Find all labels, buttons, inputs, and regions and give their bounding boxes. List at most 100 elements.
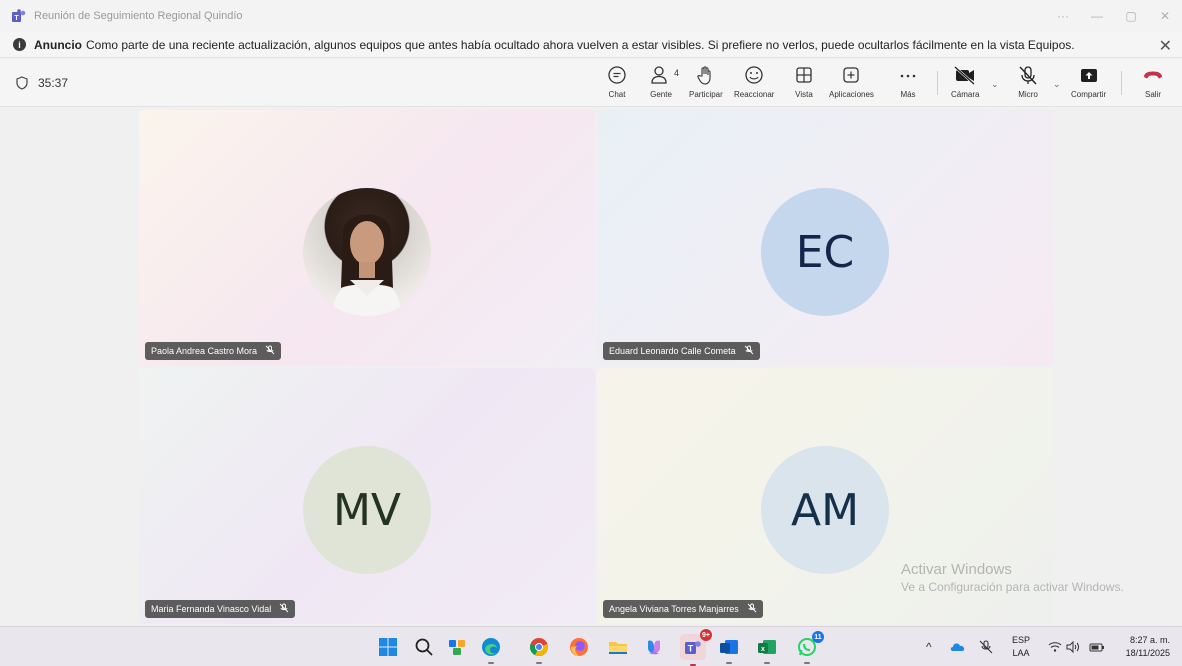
clock-time: 8:27 a. m. — [1129, 635, 1170, 645]
window-controls: ··· — ▢ ✕ — [1046, 0, 1182, 32]
chat-icon — [608, 66, 626, 84]
mic-muted-icon — [744, 345, 754, 357]
whatsapp-icon[interactable]: 11 — [796, 631, 824, 664]
whatsapp-notification-badge: 11 — [812, 631, 824, 643]
participant-name-tag: Eduard Leonardo Calle Cometa — [603, 342, 760, 360]
announcement-text: Como parte de una reciente actualización… — [86, 37, 1075, 52]
hang-up-icon — [1144, 71, 1162, 79]
participant-name: Paola Andrea Castro Mora — [151, 346, 258, 356]
close-icon[interactable]: ✕ — [1159, 36, 1172, 56]
raise-hand-button[interactable]: Participar — [689, 65, 723, 99]
smiley-icon — [745, 66, 763, 84]
participant-initials-avatar: EC — [761, 188, 889, 316]
watermark-subtitle: Ve a Configuración para activar Windows. — [901, 580, 1124, 594]
system-clock[interactable]: 8:27 a. m. 18/11/2025 — [1126, 634, 1170, 660]
clock-date: 18/11/2025 — [1125, 648, 1170, 658]
view-label: Vista — [795, 90, 813, 99]
meeting-timer: 35:37 — [16, 76, 68, 90]
toolbar-separator — [1121, 71, 1122, 95]
add-app-icon — [843, 67, 860, 83]
teams-app-icon: T — [12, 9, 26, 22]
raise-hand-label: Participar — [689, 90, 723, 99]
keyboard-layout: LAA — [1012, 648, 1030, 658]
file-explorer-icon[interactable] — [607, 636, 629, 658]
grid-icon — [796, 67, 812, 83]
windows-start-icon[interactable] — [377, 636, 399, 658]
copilot-icon[interactable] — [643, 636, 665, 658]
participant-tile[interactable]: MV Maria Fernanda Vinasco Vidal — [139, 368, 595, 624]
shield-icon — [16, 76, 28, 90]
participant-photo-avatar — [303, 188, 431, 316]
svg-text:T: T — [14, 15, 19, 22]
participant-name-tag: Paola Andrea Castro Mora — [145, 342, 282, 360]
share-button[interactable]: Compartir — [1071, 65, 1106, 99]
people-icon — [651, 66, 667, 84]
maximize-button[interactable]: ▢ — [1114, 0, 1148, 32]
announcement-label: Anuncio — [34, 37, 82, 52]
activation-watermark: Activar Windows Ve a Configuración para … — [901, 561, 1124, 594]
edge-browser-icon[interactable] — [480, 636, 502, 664]
apps-label: Aplicaciones — [829, 90, 874, 99]
camera-button[interactable]: Cámara — [951, 65, 979, 99]
mic-off-icon — [1019, 66, 1037, 85]
view-button[interactable]: Vista — [794, 65, 814, 99]
more-label: Más — [900, 90, 916, 99]
more-icon — [900, 74, 916, 78]
meeting-stage: Paola Andrea Castro Mora EC Eduard Leona… — [0, 108, 1182, 626]
leave-button[interactable]: Salir — [1142, 65, 1164, 99]
camera-label: Cámara — [951, 90, 980, 99]
language-code: ESP — [1012, 635, 1031, 645]
outlook-icon[interactable] — [718, 636, 740, 664]
camera-chevron-down-icon[interactable]: ⌄ — [991, 79, 999, 90]
task-view-icon[interactable] — [446, 636, 468, 658]
battery-icon[interactable] — [1089, 627, 1105, 666]
people-count: 4 — [674, 68, 680, 78]
mic-label: Micro — [1018, 90, 1038, 99]
participant-name: Maria Fernanda Vinasco Vidal — [151, 604, 272, 614]
camera-off-icon — [954, 66, 976, 85]
participant-name-tag: Angela Viviana Torres Manjarres — [603, 600, 763, 618]
watermark-title: Activar Windows — [901, 561, 1012, 578]
timer-text: 35:37 — [38, 76, 69, 90]
person-photo — [333, 214, 401, 316]
participant-initials-avatar: AM — [761, 446, 889, 574]
participant-tile[interactable]: Paola Andrea Castro Mora — [139, 110, 595, 366]
minimize-button[interactable]: — — [1080, 0, 1114, 32]
language-indicator[interactable]: ESP LAA — [1012, 634, 1030, 660]
participant-name: Eduard Leonardo Calle Cometa — [609, 346, 736, 356]
excel-icon[interactable]: x — [756, 636, 778, 664]
share-label: Compartir — [1071, 90, 1107, 99]
react-button[interactable]: Reaccionar — [734, 65, 774, 99]
participant-initials-avatar: MV — [303, 446, 431, 574]
share-icon — [1080, 69, 1097, 82]
toolbar-separator — [937, 71, 938, 95]
chevron-up-icon: ^ — [926, 640, 932, 654]
svg-text:T: T — [688, 644, 694, 654]
apps-button[interactable]: Aplicaciones — [829, 65, 874, 99]
mic-chevron-down-icon[interactable]: ⌄ — [1053, 79, 1061, 90]
window-more-button[interactable]: ··· — [1046, 0, 1080, 32]
wifi-icon[interactable] — [1048, 627, 1062, 666]
leave-label: Salir — [1144, 90, 1161, 99]
mic-button[interactable]: Micro — [1017, 65, 1039, 99]
participant-tile[interactable]: EC Eduard Leonardo Calle Cometa — [597, 110, 1053, 366]
chrome-icon[interactable] — [528, 636, 550, 664]
volume-icon[interactable] — [1066, 627, 1080, 666]
teams-taskbar-icon[interactable]: T 9+ — [680, 629, 712, 666]
close-window-button[interactable]: ✕ — [1148, 0, 1182, 32]
chat-label: Chat — [608, 90, 626, 99]
onedrive-icon[interactable] — [950, 627, 966, 666]
participant-name-tag: Maria Fernanda Vinasco Vidal — [145, 600, 296, 618]
show-hidden-icons[interactable]: ^ — [926, 627, 932, 666]
firefox-icon[interactable] — [568, 636, 590, 658]
announcement-banner: i Anuncio Como parte de una reciente act… — [0, 32, 1182, 58]
people-label: Gente — [650, 90, 672, 99]
mic-muted-tray-icon[interactable] — [979, 627, 993, 666]
svg-text:x: x — [761, 646, 765, 653]
more-button[interactable]: Más — [898, 65, 918, 99]
chat-button[interactable]: Chat — [607, 65, 627, 99]
people-button[interactable]: 4 Gente — [650, 65, 679, 99]
search-icon[interactable] — [413, 636, 435, 658]
mic-muted-icon — [279, 603, 289, 615]
react-label: Reaccionar — [734, 90, 775, 99]
